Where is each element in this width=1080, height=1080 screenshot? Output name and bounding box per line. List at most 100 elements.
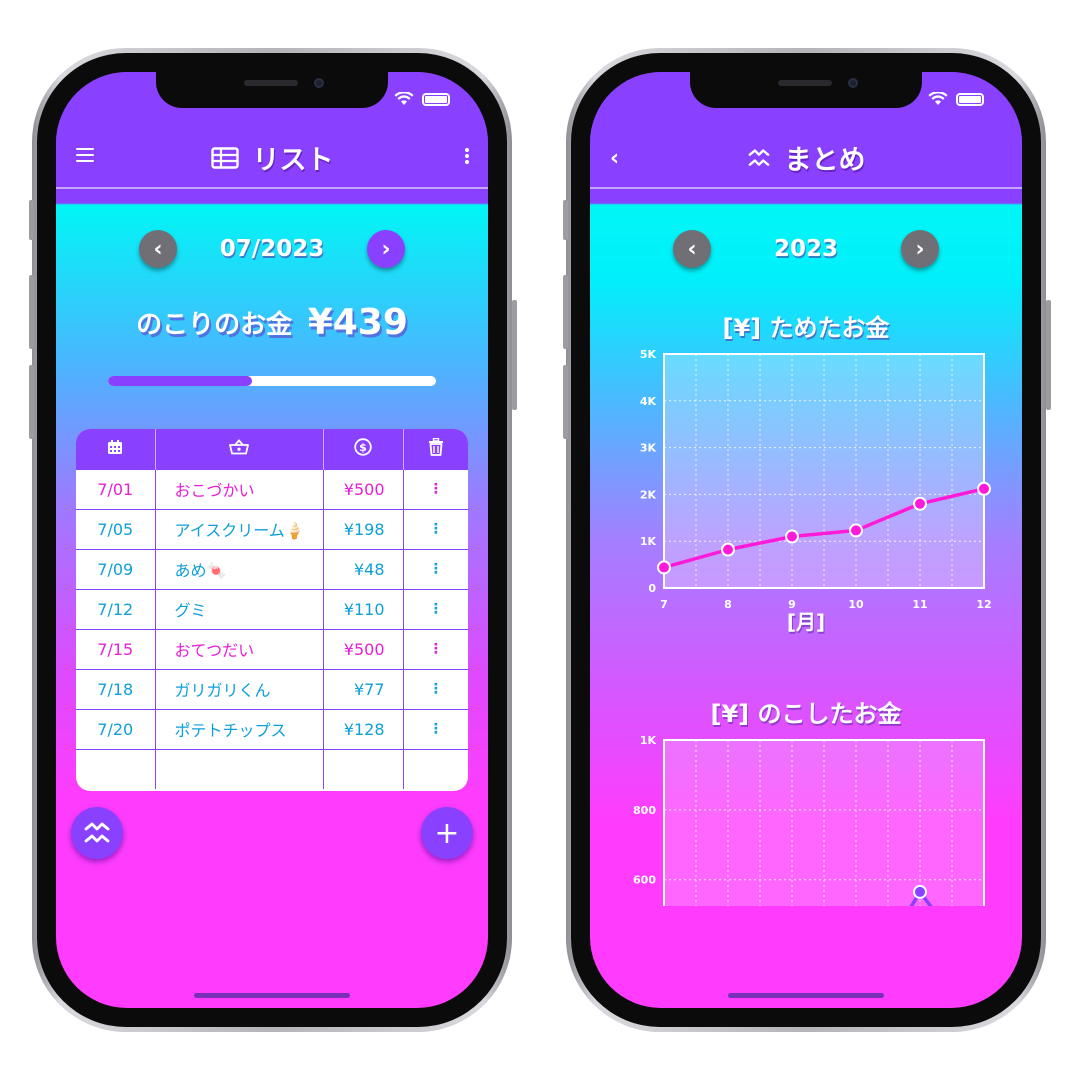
delete-column-header [403, 429, 468, 469]
data-point [913, 884, 927, 899]
row-item: グミ [155, 588, 324, 629]
row-price: ¥77 [323, 668, 404, 709]
row-item: おてつだい [155, 628, 324, 669]
row-menu-icon[interactable]: ⋮ [403, 628, 468, 669]
row-menu-icon[interactable]: ⋮ [403, 708, 468, 749]
next-month-button[interactable]: › [367, 230, 405, 268]
calendar-icon [108, 439, 123, 454]
page-title: リスト [252, 145, 334, 176]
row-price [323, 748, 404, 789]
x-tick-label: 8 [724, 598, 732, 611]
add-entry-button[interactable]: + [421, 807, 473, 859]
row-price: ¥500 [323, 628, 404, 669]
side-button [563, 365, 568, 439]
side-button [29, 365, 34, 439]
y-tick-label: 0 [648, 582, 656, 595]
row-date: 7/09 [76, 548, 156, 589]
x-tick-label: 12 [976, 598, 991, 611]
phone-list: リスト ‹ 07/2023 › のこりのお金 ¥439 $ 7/01 おこづかい… [32, 48, 512, 1032]
row-menu-icon[interactable]: ⋮ [403, 668, 468, 709]
row-item: アイスクリーム🍦 [155, 508, 324, 549]
row-item: あめ🍬 [155, 548, 324, 589]
battery-icon [956, 92, 984, 106]
table-row[interactable]: 7/09 あめ🍬 ¥48 ⋮ [76, 548, 468, 589]
charts-canvas: 0 1K 2K 3K 4K 5K 7 8 9 10 11 12 400 600 800 1K [633, 348, 992, 983]
row-menu-icon[interactable]: ⋮ [403, 468, 468, 509]
y-tick-label: 1K [640, 535, 657, 548]
x-tick-label: 11 [912, 598, 927, 611]
remaining-amount: ¥439 [307, 302, 408, 343]
side-button [563, 275, 568, 349]
table-row[interactable]: 7/05 アイスクリーム🍦 ¥198 ⋮ [76, 508, 468, 549]
basket-icon [229, 438, 249, 455]
dollar-coin-icon: $ [354, 438, 372, 456]
row-price: ¥128 [323, 708, 404, 749]
month-nav: ‹ 07/2023 › [56, 230, 488, 268]
wifi-icon [928, 92, 948, 105]
row-date [76, 748, 156, 789]
row-menu-icon[interactable]: ⋮ [403, 508, 468, 549]
summary-wave-icon [84, 822, 110, 843]
row-price: ¥110 [323, 588, 404, 629]
table-row[interactable]: 7/15 おてつだい ¥500 ⋮ [76, 628, 468, 669]
row-menu-icon[interactable]: ⋮ [403, 588, 468, 629]
row-item: おこづかい [155, 468, 324, 509]
x-tick-label: 7 [660, 598, 668, 611]
home-indicator [194, 993, 350, 998]
month-label: 07/2023 [219, 236, 325, 262]
wifi-icon [394, 92, 414, 105]
y-tick-label: 600 [633, 874, 656, 887]
table-header: $ [76, 429, 468, 469]
data-point [978, 971, 990, 983]
data-point [722, 951, 734, 963]
x-tick-label: 10 [848, 598, 864, 611]
side-button [29, 275, 34, 349]
row-price: ¥198 [323, 508, 404, 549]
y-tick-label: 1K [640, 734, 657, 747]
chart-group: 400 600 800 1K [633, 734, 990, 983]
table-row[interactable]: 7/18 ガリガリくん ¥77 ⋮ [76, 668, 468, 709]
status-bar [394, 92, 450, 106]
table-row-empty[interactable] [76, 748, 468, 789]
transaction-table: $ 7/01 おこづかい ¥500 ⋮ 7/05 アイスクリーム🍦 ¥198 ⋮… [76, 429, 468, 791]
table-row[interactable]: 7/01 おこづかい ¥500 ⋮ [76, 468, 468, 509]
row-price: ¥48 [323, 548, 404, 589]
row-price: ¥500 [323, 468, 404, 509]
row-menu-icon[interactable]: ⋮ [403, 548, 468, 589]
side-button [29, 200, 34, 240]
row-date: 7/12 [76, 588, 156, 629]
y-tick-label: 4K [640, 395, 657, 408]
side-button [563, 200, 568, 240]
y-tick-label: 2K [640, 488, 657, 501]
row-item: ポテトチップス [155, 708, 324, 749]
prev-month-button[interactable]: ‹ [139, 230, 177, 268]
progress-fill [108, 376, 253, 386]
row-date: 7/20 [76, 708, 156, 749]
side-button [512, 300, 517, 410]
data-point [977, 481, 991, 496]
svg-text:$: $ [359, 441, 367, 454]
row-menu [403, 748, 468, 789]
data-point [913, 496, 927, 511]
notch [690, 72, 922, 108]
list-screen: リスト ‹ 07/2023 › のこりのお金 ¥439 $ 7/01 おこづかい… [56, 72, 488, 1008]
kebab-icon[interactable] [464, 148, 470, 164]
home-indicator [728, 993, 884, 998]
phone-bezel: ‹ まとめ ‹ 2023 › [¥] ためたお金 [月] [¥] のこしたお金 … [571, 53, 1041, 1027]
table-row[interactable]: 7/20 ポテトチップス ¥128 ⋮ [76, 708, 468, 749]
x-tick-label: 9 [788, 598, 796, 611]
chart-group: 0 1K 2K 3K 4K 5K 7 8 9 10 11 12 [640, 348, 992, 611]
table-row[interactable]: 7/12 グミ ¥110 ⋮ [76, 588, 468, 629]
phone-bezel: リスト ‹ 07/2023 › のこりのお金 ¥439 $ 7/01 おこづかい… [37, 53, 507, 1027]
data-point [657, 560, 671, 575]
data-point [658, 930, 670, 942]
battery-icon [422, 92, 450, 106]
data-point [849, 523, 863, 538]
series-line [909, 890, 933, 906]
summary-button[interactable] [71, 807, 123, 859]
trash-icon [428, 437, 443, 456]
y-tick-label: 400 [633, 944, 656, 957]
row-date: 7/01 [76, 468, 156, 509]
item-column-header [155, 429, 324, 469]
y-tick-label: 800 [633, 804, 656, 817]
